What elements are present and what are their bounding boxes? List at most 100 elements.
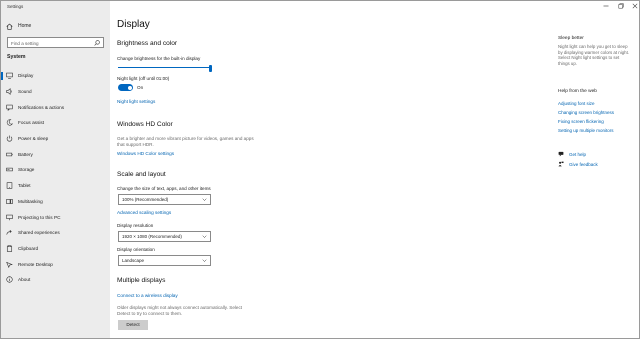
- page-title: Display: [117, 19, 150, 30]
- brightness-slider[interactable]: [118, 65, 212, 72]
- night-light-toggle[interactable]: [118, 84, 133, 91]
- scale-size-label: Change the size of text, apps, and other…: [117, 186, 211, 191]
- sidebar-item-label: About: [18, 277, 31, 283]
- moon-icon: [6, 119, 13, 126]
- message-icon: [6, 104, 13, 111]
- help-chat-icon: [558, 151, 564, 157]
- orientation-label: Display orientation: [117, 247, 155, 252]
- sidebar-item-label: Focus assist: [18, 120, 45, 126]
- sidebar-item-label: Sound: [18, 89, 32, 95]
- search-input[interactable]: [11, 39, 91, 47]
- main-content: Display Brightness and color Change brig…: [117, 1, 547, 338]
- web-link-multiple-monitors[interactable]: Setting up multiple monitors: [558, 128, 614, 133]
- home-label: Home: [18, 23, 32, 29]
- sidebar-item-projecting[interactable]: Projecting to this PC: [1, 209, 110, 225]
- sidebar-item-focus-assist[interactable]: Focus assist: [1, 115, 110, 131]
- give-feedback-label: Give feedback: [569, 161, 598, 167]
- web-link-flickering[interactable]: Fixing screen flickering: [558, 119, 604, 124]
- sidebar-item-notifications[interactable]: Notifications & actions: [1, 99, 110, 115]
- chevron-down-icon: [202, 198, 207, 201]
- share-icon: [6, 230, 12, 235]
- hd-color-description-line2: that support HDR.: [117, 142, 154, 147]
- tablet-icon: [6, 182, 13, 189]
- app-title: Settings: [7, 4, 24, 9]
- project-icon: [6, 214, 13, 220]
- sidebar-item-label: Shared experiences: [18, 230, 60, 236]
- clipboard-icon: [6, 245, 13, 252]
- detect-button[interactable]: Detect: [118, 320, 148, 330]
- sidebar-item-label: Tablet: [18, 183, 31, 189]
- toggle-knob: [127, 85, 132, 90]
- toggle-state-label: On: [137, 85, 144, 90]
- sidebar-item-tablet[interactable]: Tablet: [1, 178, 110, 194]
- chevron-down-icon: [202, 235, 207, 238]
- battery-icon: [6, 152, 13, 156]
- hd-color-settings-link[interactable]: Windows HD Color settings: [117, 151, 174, 156]
- sidebar-item-shared-experiences[interactable]: Shared experiences: [1, 225, 110, 241]
- slider-thumb[interactable]: [209, 65, 212, 72]
- sidebar-item-power-sleep[interactable]: Power & sleep: [1, 131, 110, 147]
- remote-icon: [6, 261, 13, 268]
- sidebar-item-label: Power & sleep: [18, 136, 49, 142]
- sidebar-item-display[interactable]: Display: [1, 68, 110, 84]
- night-light-label: Night light (off until 01:00): [117, 76, 170, 81]
- scale-size-dropdown[interactable]: 100% (Recommended): [118, 194, 211, 205]
- give-feedback-link[interactable]: Give feedback: [558, 161, 598, 167]
- dropdown-value: 1920 × 1080 (Recommended): [122, 234, 182, 239]
- sidebar-item-about[interactable]: About: [1, 272, 110, 288]
- sleep-better-text: Night light can help you get to sleep by…: [558, 44, 630, 66]
- feedback-icon: [558, 161, 564, 167]
- sidebar-item-sound[interactable]: Sound: [1, 84, 110, 100]
- connect-wireless-display-link[interactable]: Connect to a wireless display: [117, 293, 178, 298]
- sidebar-item-remote-desktop[interactable]: Remote Desktop: [1, 256, 110, 272]
- night-light-settings-link[interactable]: Night light settings: [117, 99, 155, 104]
- detect-note-line1: Older displays might not always connect …: [117, 305, 243, 310]
- help-panel: Sleep better Night light can help you ge…: [558, 1, 638, 338]
- sidebar-item-label: Multitasking: [18, 198, 43, 204]
- chevron-down-icon: [202, 259, 207, 262]
- info-icon: [6, 276, 13, 283]
- storage-icon: [6, 168, 13, 172]
- monitor-icon: [6, 73, 13, 79]
- web-link-font-size[interactable]: Adjusting font size: [558, 101, 595, 106]
- help-web-heading: Help from the web: [558, 89, 597, 94]
- power-icon: [6, 135, 13, 142]
- get-help-link[interactable]: Get help: [558, 151, 586, 157]
- home-link[interactable]: Home: [6, 22, 31, 30]
- sidebar-item-label: Battery: [18, 151, 33, 157]
- orientation-dropdown[interactable]: Landscape: [118, 255, 211, 266]
- search-icon[interactable]: [94, 40, 100, 46]
- advanced-scaling-link[interactable]: Advanced scaling settings: [117, 210, 171, 215]
- hd-color-heading: Windows HD Color: [117, 121, 173, 128]
- settings-window: Settings Home System Display Sound: [0, 0, 640, 339]
- web-link-brightness[interactable]: Changing screen brightness: [558, 110, 614, 115]
- section-title: System: [7, 54, 26, 60]
- slider-track: [118, 67, 212, 69]
- scale-heading: Scale and layout: [117, 171, 166, 178]
- sidebar-nav: Display Sound Notifications & actions Fo…: [1, 68, 110, 288]
- resolution-label: Display resolution: [117, 223, 154, 228]
- detect-note-line2: Detect to try to connect to them.: [117, 311, 183, 316]
- sidebar-item-label: Storage: [18, 167, 35, 173]
- speaker-icon: [6, 88, 12, 95]
- sidebar-item-multitasking[interactable]: Multitasking: [1, 194, 110, 210]
- hd-color-description-line1: Get a brighter and more vibrant picture …: [117, 136, 254, 141]
- sidebar-item-label: Clipboard: [18, 245, 39, 251]
- sidebar-item-battery[interactable]: Battery: [1, 146, 110, 162]
- resolution-dropdown[interactable]: 1920 × 1080 (Recommended): [118, 231, 211, 242]
- search-box: [7, 37, 104, 48]
- home-icon: [6, 23, 13, 30]
- dropdown-value: Landscape: [122, 258, 145, 263]
- brightness-slider-label: Change brightness for the built-in displ…: [117, 56, 201, 61]
- sidebar-item-label: Display: [18, 73, 34, 79]
- sidebar-item-clipboard[interactable]: Clipboard: [1, 241, 110, 257]
- sidebar-item-label: Projecting to this PC: [18, 214, 61, 220]
- get-help-label: Get help: [569, 151, 587, 157]
- sidebar: Settings Home System Display Sound: [1, 1, 110, 338]
- sleep-better-heading: Sleep better: [558, 36, 584, 41]
- sidebar-item-label: Notifications & actions: [18, 104, 65, 110]
- multitask-icon: [6, 198, 13, 204]
- sidebar-item-storage[interactable]: Storage: [1, 162, 110, 178]
- multiple-displays-heading: Multiple displays: [117, 277, 166, 284]
- sidebar-item-label: Remote Desktop: [18, 261, 53, 267]
